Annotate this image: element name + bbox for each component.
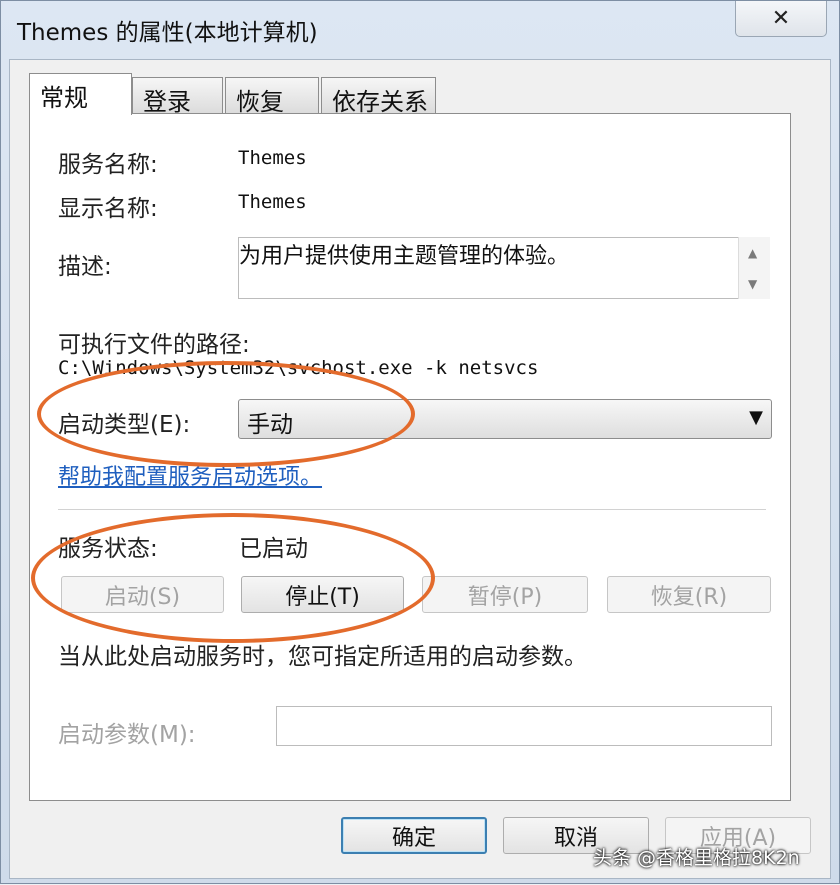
start-params-hint: 当从此处启动服务时，您可指定所适用的启动参数。 — [58, 644, 587, 670]
start-params-label: 启动参数(M): — [58, 722, 196, 748]
description-scrollbar[interactable]: ▲ ▼ — [738, 237, 770, 299]
scroll-down-icon[interactable]: ▼ — [748, 277, 757, 291]
separator — [58, 509, 766, 511]
description-field[interactable]: 为用户提供使用主题管理的体验。 — [238, 237, 770, 299]
pause-button[interactable]: 暂停(P) — [422, 576, 588, 613]
chevron-down-icon: ▼ — [749, 407, 763, 428]
service-control-annotation — [31, 513, 435, 643]
start-params-input[interactable] — [276, 706, 772, 746]
display-name-value: Themes — [238, 191, 307, 213]
scroll-up-icon[interactable]: ▲ — [748, 246, 757, 260]
description-text: 为用户提供使用主题管理的体验。 — [239, 244, 570, 269]
properties-dialog: Themes 的属性(本地计算机) ✕ 常规 登录 恢复 依存关系 服务名称: … — [0, 0, 840, 884]
executable-path-label: 可执行文件的路径: — [58, 332, 250, 358]
ok-button[interactable]: 确定 — [341, 817, 487, 854]
resume-button[interactable]: 恢复(R) — [607, 576, 771, 613]
startup-type-annotation — [37, 361, 415, 467]
service-name-label: 服务名称: — [58, 152, 158, 178]
display-name-label: 显示名称: — [58, 196, 158, 222]
description-label: 描述: — [58, 254, 112, 280]
service-name-value: Themes — [238, 147, 307, 169]
watermark: 头条 @香格里格拉8K2n — [593, 847, 800, 869]
